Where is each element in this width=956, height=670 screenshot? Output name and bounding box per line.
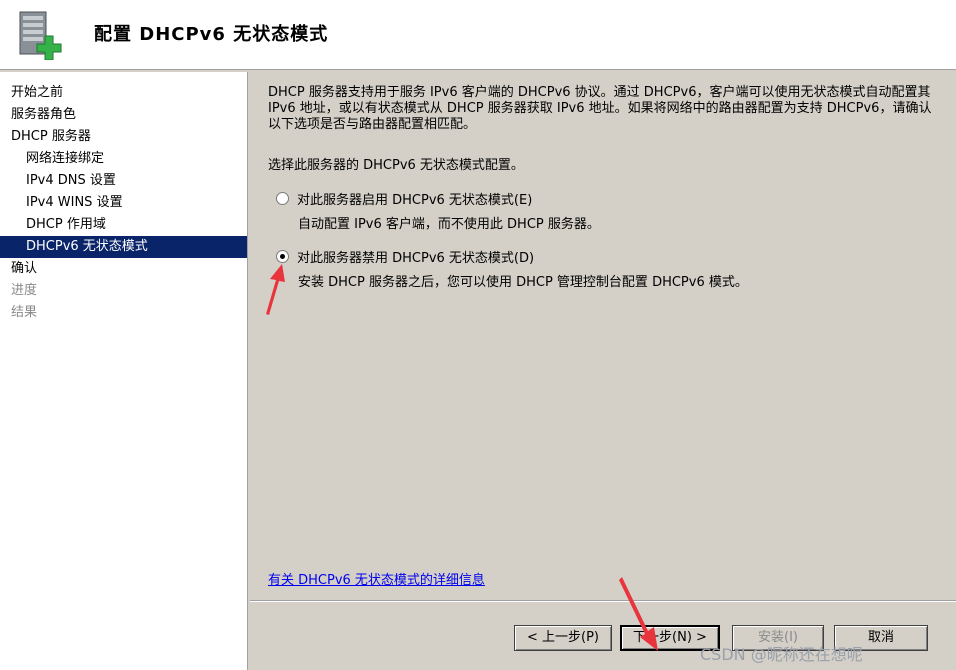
step-progress: 进度 [11, 283, 38, 298]
step-server-roles[interactable]: 服务器角色 [0, 104, 247, 126]
disable-stateless-option[interactable]: 对此服务器禁用 DHCPv6 无状态模式(D) [276, 247, 534, 266]
disable-stateless-description: 安装 DHCP 服务器之后，您可以使用 DHCP 管理控制台配置 DHCPv6 … [298, 275, 748, 290]
more-info-link[interactable]: 有关 DHCPv6 无状态模式的详细信息 [268, 569, 485, 588]
enable-stateless-radio[interactable] [276, 192, 289, 205]
step-dhcpv6-stateless[interactable]: DHCPv6 无状态模式 [0, 236, 247, 258]
description-text: DHCP 服务器支持用于服务 IPv6 客户端的 DHCPv6 协议。通过 DH… [268, 85, 932, 132]
step-dhcp-server[interactable]: DHCP 服务器 [0, 126, 247, 148]
wizard-steps-sidebar: 开始之前 服务器角色 DHCP 服务器 网络连接绑定 IPv4 DNS 设置 I… [0, 72, 248, 670]
step-results: 结果 [11, 305, 38, 320]
enable-stateless-label[interactable]: 对此服务器启用 DHCPv6 无状态模式(E) [297, 189, 532, 208]
page-title: 配置 DHCPv6 无状态模式 [94, 24, 329, 45]
wizard-header: 配置 DHCPv6 无状态模式 [0, 0, 956, 70]
step-confirmation[interactable]: 确认 [0, 258, 247, 280]
disable-stateless-label[interactable]: 对此服务器禁用 DHCPv6 无状态模式(D) [297, 247, 534, 266]
step-network-binding[interactable]: 网络连接绑定 [0, 148, 247, 170]
select-instruction: 选择此服务器的 DHCPv6 无状态模式配置。 [268, 158, 524, 173]
step-ipv4-wins[interactable]: IPv4 WINS 设置 [0, 192, 247, 214]
back-button[interactable]: < 上一步(P) [514, 625, 612, 651]
step-dhcp-scopes[interactable]: DHCP 作用域 [0, 214, 247, 236]
step-before-you-begin[interactable]: 开始之前 [0, 82, 247, 104]
server-add-icon [12, 8, 64, 61]
wizard-content: DHCP 服务器支持用于服务 IPv6 客户端的 DHCPv6 协议。通过 DH… [250, 72, 956, 670]
disable-stateless-radio[interactable] [276, 250, 289, 263]
enable-stateless-description: 自动配置 IPv6 客户端，而不使用此 DHCP 服务器。 [298, 217, 600, 232]
watermark: CSDN @昵称还在想呢 [700, 645, 863, 664]
enable-stateless-option[interactable]: 对此服务器启用 DHCPv6 无状态模式(E) [276, 189, 532, 208]
footer-divider [250, 600, 956, 602]
step-ipv4-dns[interactable]: IPv4 DNS 设置 [0, 170, 247, 192]
